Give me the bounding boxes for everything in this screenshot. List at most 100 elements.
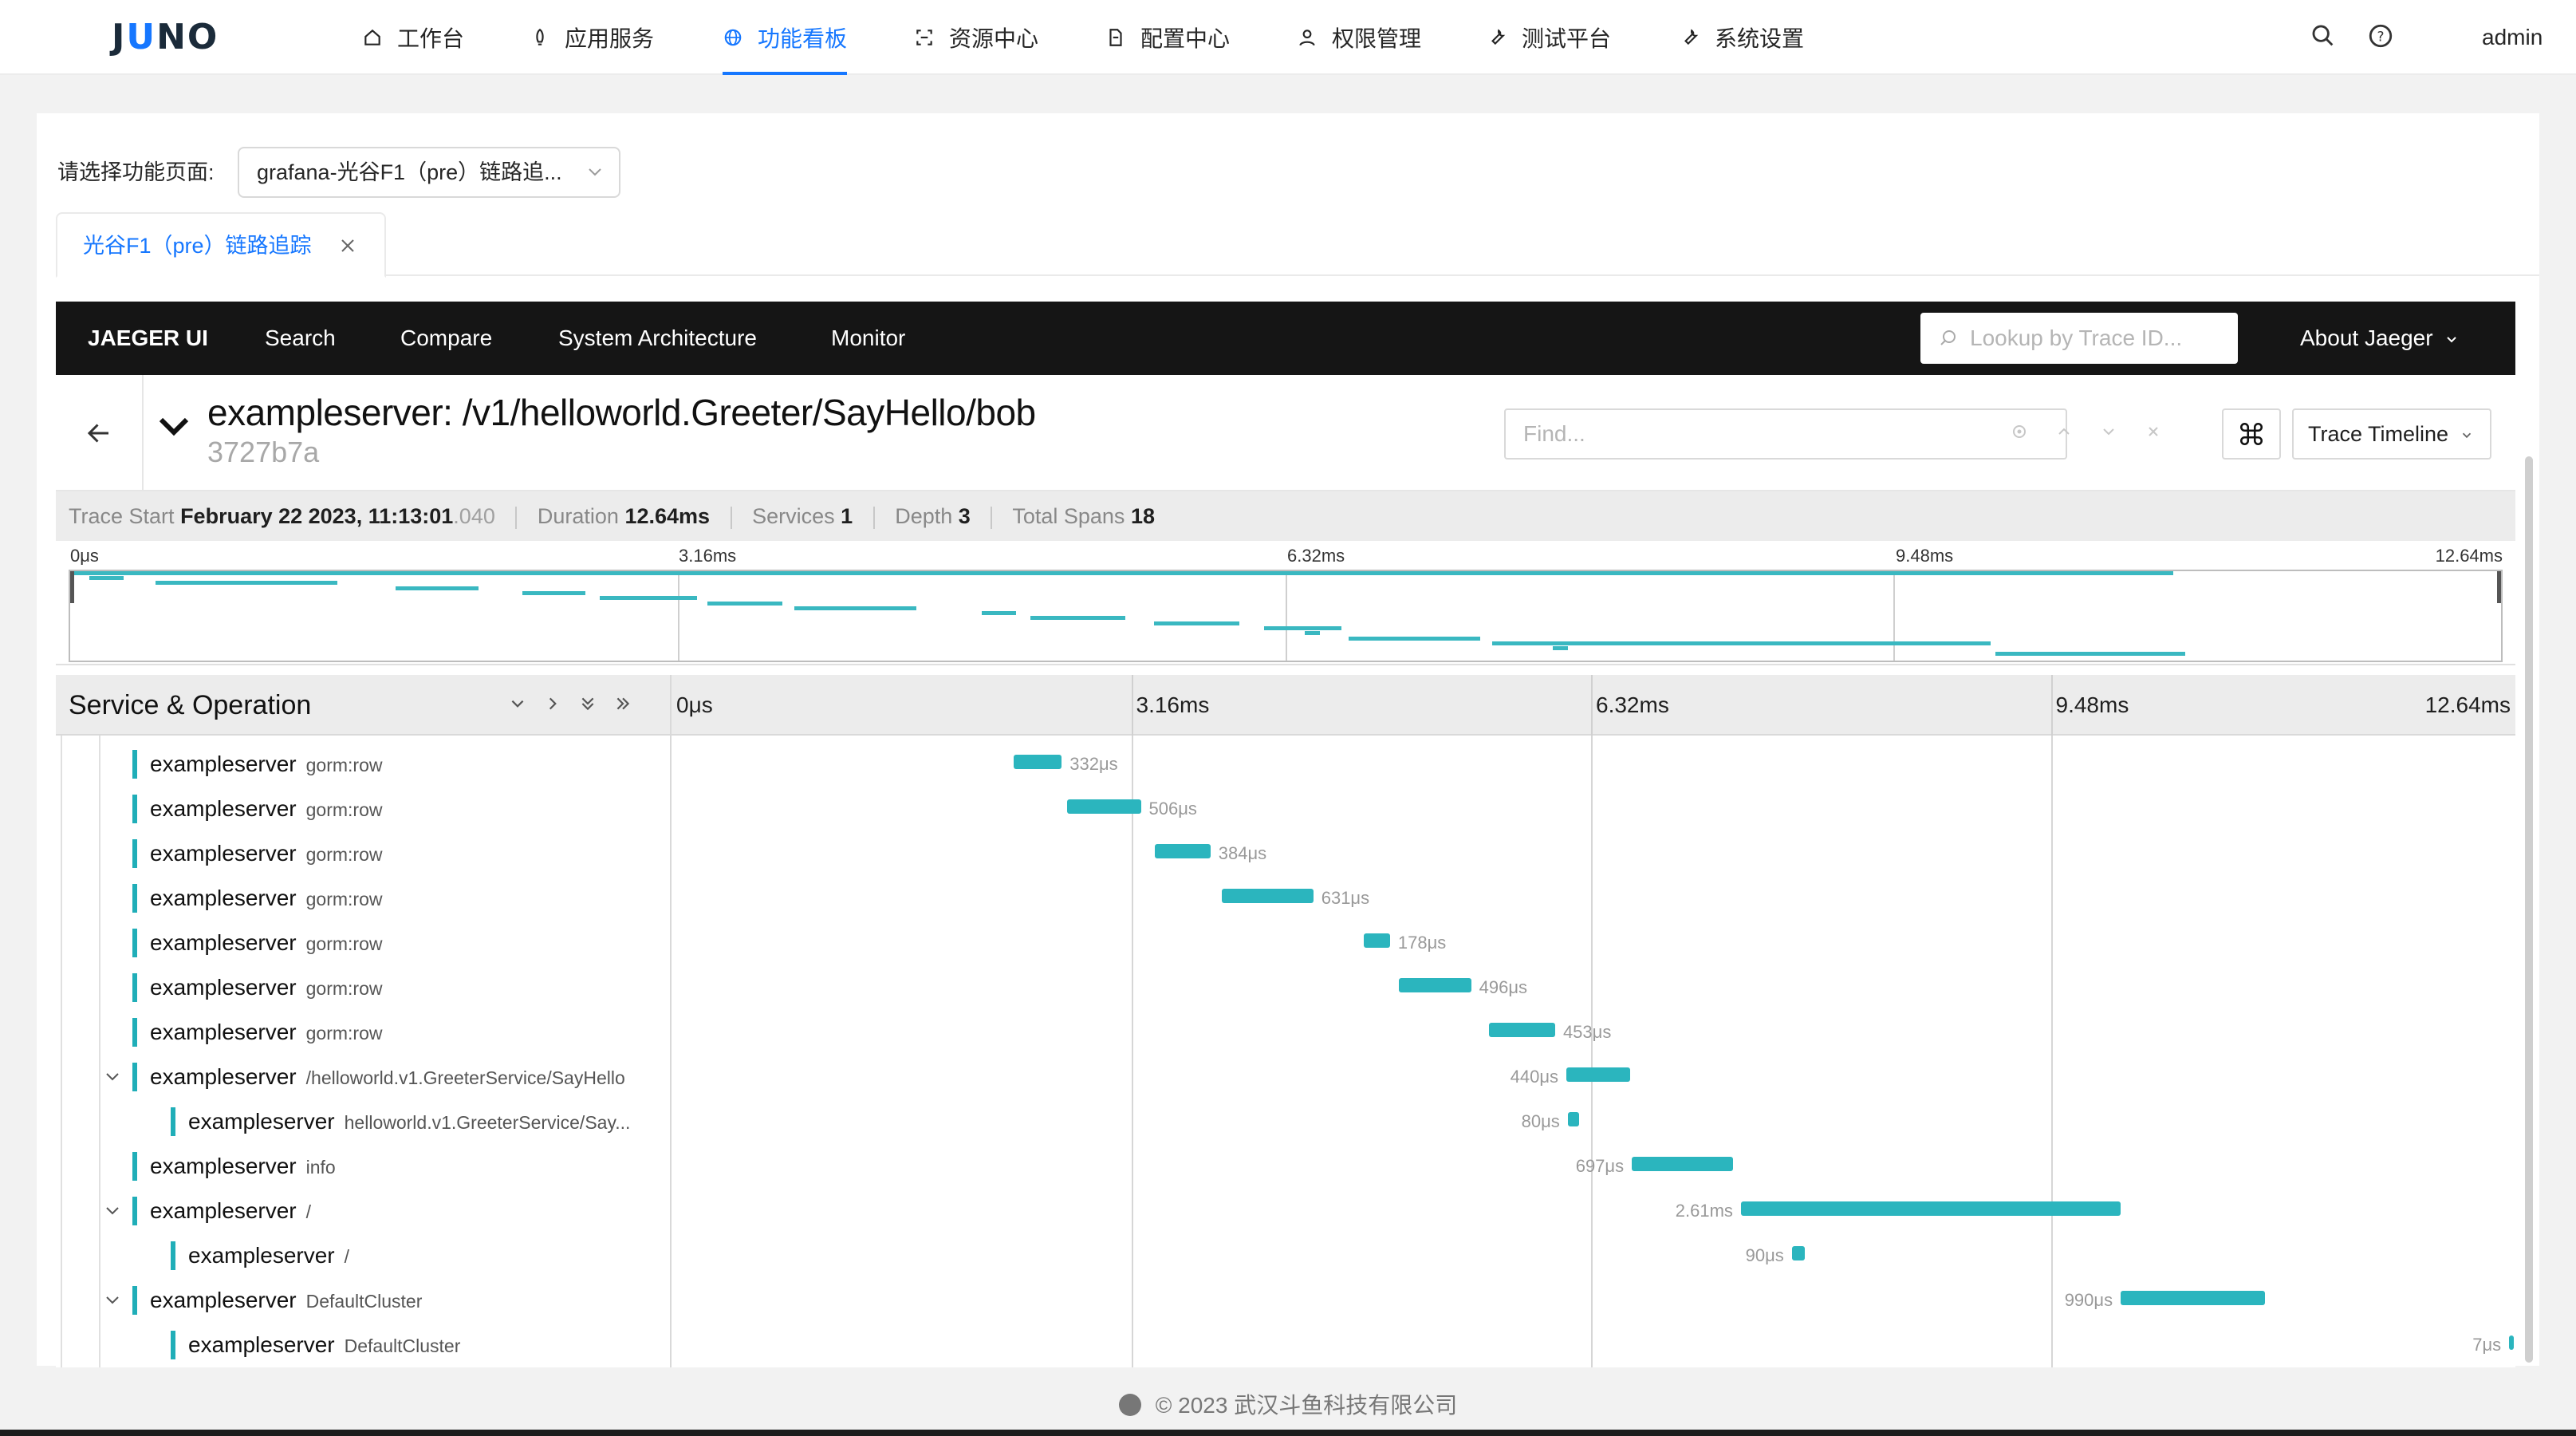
span-row[interactable]: exampleserver gorm:row 631μs [56,876,2515,921]
span-row[interactable]: exampleserver gorm:row 178μs [56,921,2515,965]
nav-item-7[interactable]: 系统设置 [1680,0,1804,75]
clear-icon[interactable] [2144,422,2163,447]
span-name[interactable]: exampleserver/helloworld.v1.GreeterServi… [150,1055,625,1099]
find-input[interactable]: Find... [1504,408,2067,460]
timeline-tick-label: 12.64ms [2424,692,2511,717]
about-jaeger-menu[interactable]: About Jaeger [2300,302,2460,375]
depth-value: 3 [958,504,971,528]
span-toggle-icon[interactable] [104,1278,121,1323]
github-icon[interactable] [1118,1393,1141,1416]
collapse-one-icon[interactable] [509,693,526,718]
nav-item-label: 测试平台 [1522,26,1612,51]
span-row[interactable]: exampleserver gorm:row 453μs [56,1010,2515,1055]
back-button[interactable] [56,375,144,491]
span-name[interactable]: exampleserver gorm:row [150,921,383,965]
span-bar[interactable] [1399,978,1471,992]
span-name[interactable]: exampleserver info [150,1144,336,1189]
span-row[interactable]: exampleserver gorm:row 384μs [56,831,2515,876]
span-bar[interactable] [1067,799,1141,814]
span-row[interactable]: exampleserver DefaultCluster 990μs [56,1278,2515,1323]
span-name[interactable]: exampleserver gorm:row [150,1010,383,1055]
span-row[interactable]: exampleserver/helloworld.v1.GreeterServi… [56,1055,2515,1099]
minimap-right-handle[interactable] [2497,571,2501,603]
nav-monitor[interactable]: Monitor [831,302,905,375]
nav-item-2[interactable]: 功能看板 [723,0,848,75]
trace-id-lookup-input[interactable]: Lookup by Trace ID... [1920,313,2238,364]
scrollbar[interactable] [2525,456,2533,1363]
nav-item-3[interactable]: 资源中心 [914,0,1038,75]
tab-trace[interactable]: 光谷F1（pre）链路追踪 [56,212,386,278]
chevron-up-icon[interactable] [2054,422,2074,447]
expand-one-icon[interactable] [544,693,561,718]
help-icon[interactable]: ? [2367,22,2394,53]
minimap-span-bar [1492,641,1991,645]
span-bar[interactable] [1221,889,1314,903]
span-name[interactable]: exampleserver DefaultCluster [188,1323,460,1367]
nav-compare[interactable]: Compare [400,302,492,375]
span-row[interactable]: exampleserver DefaultCluster 7μs [56,1323,2515,1367]
span-name[interactable]: exampleserver DefaultCluster [150,1278,422,1323]
collapse-trace-button[interactable] [155,407,193,449]
minimap-gridline [678,571,679,661]
span-row[interactable]: exampleserver / 2.61ms [56,1189,2515,1233]
span-bar[interactable] [1566,1067,1631,1082]
span-row[interactable]: exampleserver / 90μs [56,1233,2515,1278]
span-grid: Service & Operation 0μs 3.16ms 6.32ms 9.48m… [56,675,2515,1367]
nav-item-label: 资源中心 [949,26,1039,51]
span-name[interactable]: exampleserver gorm:row [150,831,383,876]
service-color-indicator [171,1107,175,1136]
span-name[interactable]: exampleserver gorm:row [150,742,383,787]
span-toggle-icon[interactable] [104,1189,121,1233]
nav-item-1[interactable]: 应用服务 [530,0,654,75]
footer: © 2023 武汉斗鱼科技有限公司 [0,1385,2576,1426]
minimap-canvas[interactable] [69,570,2503,662]
span-bar[interactable] [1632,1157,1734,1171]
collapse-all-icon[interactable] [579,693,597,718]
chevron-down-icon[interactable] [2099,422,2118,447]
span-name[interactable]: exampleserver helloworld.v1.GreeterServic… [188,1099,630,1144]
nav-item-5[interactable]: 权限管理 [1297,0,1421,75]
nav-item-0[interactable]: 工作台 [362,0,464,75]
keyboard-shortcuts-button[interactable] [2222,408,2281,460]
span-bar[interactable] [1364,933,1390,948]
span-operation: gorm:row [305,933,383,954]
trace-minimap[interactable]: 0μs 3.16ms 6.32ms 9.48ms 12.64ms [56,541,2515,665]
span-row[interactable]: exampleserver gorm:row 332μs [56,742,2515,787]
span-bar[interactable] [1791,1246,1806,1260]
span-bar[interactable] [1740,1201,2121,1216]
span-name[interactable]: exampleserver gorm:row [150,965,383,1010]
nav-system-architecture[interactable]: System Architecture [558,302,757,375]
span-row[interactable]: exampleserver helloworld.v1.GreeterServic… [56,1099,2515,1144]
function-page-select[interactable]: grafana-光谷F1（pre）链路追... [238,147,620,198]
span-row[interactable]: exampleserver gorm:row 496μs [56,965,2515,1010]
span-operation: gorm:row [305,889,383,909]
span-row[interactable]: exampleserver gorm:row 506μs [56,787,2515,831]
span-name[interactable]: exampleserver gorm:row [150,787,383,831]
minimap-left-handle[interactable] [70,571,74,603]
juno-logo[interactable]: JUNO [112,18,217,57]
span-row[interactable]: exampleserver info 697μs [56,1144,2515,1189]
minimap-tick-label: 9.48ms [1896,546,1954,566]
span-name[interactable]: exampleserver / [188,1233,349,1278]
nav-item-4[interactable]: 配置中心 [1105,0,1230,75]
span-operation: helloworld.v1.GreeterService/Say... [344,1112,631,1133]
span-bar[interactable] [2121,1291,2265,1305]
nav-search[interactable]: Search [265,302,336,375]
span-toggle-icon[interactable] [104,1055,121,1099]
span-bar[interactable] [2509,1335,2515,1350]
close-icon[interactable] [340,214,356,302]
span-bar[interactable] [1489,1023,1555,1037]
nav-item-6[interactable]: 测试平台 [1487,0,1611,75]
search-icon[interactable] [2310,22,2337,53]
jaeger-brand[interactable]: JAEGER UI [88,302,208,375]
span-bar[interactable] [1567,1112,1580,1126]
about-label: About Jaeger [2300,325,2433,350]
expand-all-icon[interactable] [614,693,632,718]
span-bar[interactable] [1013,755,1062,769]
user-menu[interactable]: admin [2482,0,2543,75]
span-name[interactable]: exampleserver / [150,1189,311,1233]
span-name[interactable]: exampleserver gorm:row [150,876,383,921]
locate-icon[interactable] [2010,422,2029,447]
span-bar[interactable] [1154,844,1211,858]
view-mode-dropdown[interactable]: Trace Timeline [2292,408,2491,460]
